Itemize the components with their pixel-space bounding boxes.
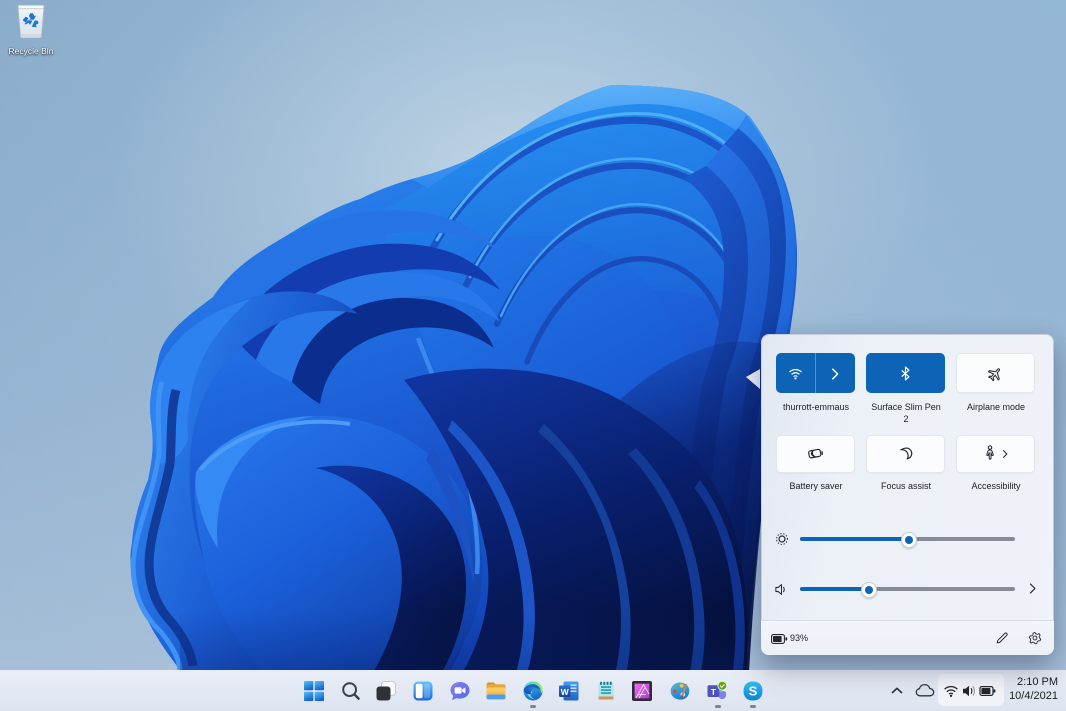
svg-text:S: S (749, 684, 758, 699)
svg-text:T: T (711, 687, 717, 697)
svg-text:W: W (561, 687, 569, 697)
